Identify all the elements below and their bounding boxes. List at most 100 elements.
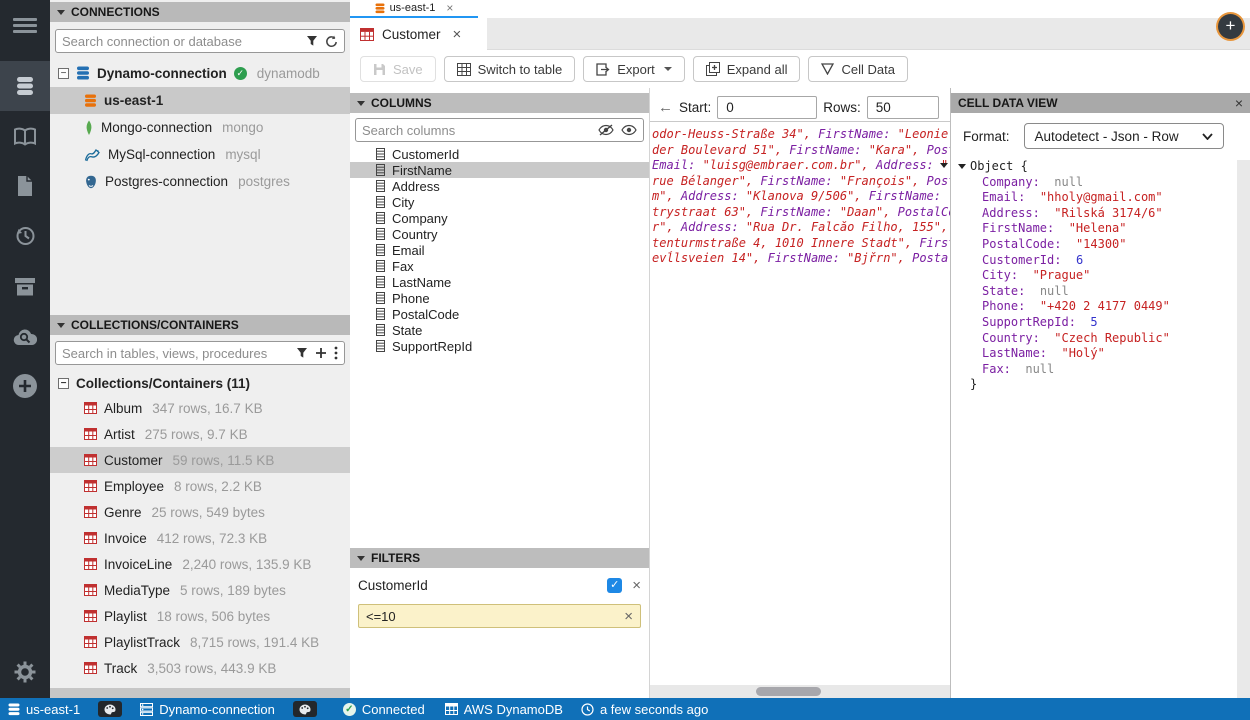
export-button[interactable]: Export	[583, 56, 685, 82]
collections-root[interactable]: − Collections/Containers (11)	[50, 371, 350, 395]
grid-row[interactable]: m", Address: "Klanova 9/506", FirstName:…	[650, 189, 950, 205]
column-item[interactable]: Email	[350, 242, 649, 258]
filter-funnel-icon[interactable]	[296, 347, 308, 359]
connection-item[interactable]: us-east-1	[50, 87, 350, 114]
eye-off-icon[interactable]	[598, 124, 614, 136]
column-item[interactable]: LastName	[350, 274, 649, 290]
column-label: Address	[392, 179, 440, 194]
cell-data-view-panel: CELL DATA VIEW × Format: Autodetect - Js…	[950, 88, 1250, 698]
theme-palette-button[interactable]	[98, 701, 122, 717]
collapse-icon[interactable]: −	[58, 378, 69, 389]
grid-row[interactable]: der Boulevard 51", FirstName: "Kara", Po…	[650, 143, 950, 159]
collection-item[interactable]: Customer59 rows, 11.5 KB	[50, 447, 350, 473]
statusbar-database[interactable]: us-east-1	[8, 702, 80, 717]
connection-item[interactable]: MySql-connectionmysql	[50, 141, 350, 168]
connection-item[interactable]: Mongo-connectionmongo	[50, 114, 350, 141]
remove-filter-icon[interactable]: ×	[632, 577, 641, 594]
collections-search-input[interactable]	[62, 346, 289, 361]
collection-item[interactable]: Track3,503 rows, 443.9 KB	[50, 655, 350, 681]
cloud-search-icon[interactable]	[0, 315, 50, 359]
filter-enabled-checkbox[interactable]: ✓	[607, 578, 622, 593]
collapse-icon[interactable]: −	[58, 68, 69, 79]
clear-filter-icon[interactable]: ×	[624, 608, 633, 625]
collection-item[interactable]: Artist275 rows, 9.7 KB	[50, 421, 350, 447]
horizontal-scrollbar[interactable]	[650, 685, 950, 698]
connection-item[interactable]: Postgres-connectionpostgres	[50, 168, 350, 195]
json-value: r",	[652, 220, 681, 234]
close-icon[interactable]: ×	[453, 26, 462, 43]
columns-search-input[interactable]	[362, 123, 591, 138]
connections-header[interactable]: CONNECTIONS	[50, 2, 350, 22]
archive-icon[interactable]	[0, 265, 50, 309]
columns-header[interactable]: COLUMNS	[350, 93, 649, 113]
close-icon[interactable]: ×	[1235, 95, 1243, 111]
collection-item[interactable]: Invoice412 rows, 72.3 KB	[50, 525, 350, 551]
eye-icon[interactable]	[621, 124, 637, 136]
connection-item[interactable]: −Dynamo-connection✓dynamodb	[50, 60, 350, 87]
back-arrow-icon[interactable]: ←	[658, 99, 673, 116]
collection-item[interactable]: InvoiceLine2,240 rows, 135.9 KB	[50, 551, 350, 577]
grid-row[interactable]: odor-Heuss-Straße 34", FirstName: "Leoni…	[650, 127, 950, 143]
column-icon	[376, 292, 385, 304]
expand-all-button[interactable]: Expand all	[693, 56, 801, 82]
column-item[interactable]: PostalCode	[350, 306, 649, 322]
menu-icon[interactable]	[0, 3, 50, 47]
column-item[interactable]: FirstName	[350, 162, 649, 178]
column-item[interactable]: City	[350, 194, 649, 210]
add-circle-icon[interactable]	[0, 364, 50, 408]
column-item[interactable]: Fax	[350, 258, 649, 274]
cell-data-button[interactable]: Cell Data	[808, 56, 907, 82]
file-icon[interactable]	[0, 164, 50, 208]
collections-header[interactable]: COLLECTIONS/CONTAINERS	[50, 315, 350, 335]
collection-item[interactable]: Employee8 rows, 2.2 KB	[50, 473, 350, 499]
column-item[interactable]: Phone	[350, 290, 649, 306]
theme-palette-button[interactable]	[293, 701, 317, 717]
column-item[interactable]: CustomerId	[350, 146, 649, 162]
rows-input[interactable]	[867, 96, 939, 119]
refresh-icon[interactable]	[325, 35, 338, 48]
vertical-scrollbar[interactable]	[1237, 160, 1250, 698]
scrollbar-thumb[interactable]	[756, 687, 821, 696]
filter-funnel-icon[interactable]	[306, 35, 318, 47]
filters-header[interactable]: FILTERS	[350, 548, 649, 568]
close-icon[interactable]: ×	[446, 1, 453, 15]
column-item[interactable]: State	[350, 322, 649, 338]
collection-item[interactable]: MediaType5 rows, 189 bytes	[50, 577, 350, 603]
start-input[interactable]	[717, 96, 817, 119]
grid-row[interactable]: trystraat 63", FirstName: "Daan", Postal…	[650, 205, 950, 221]
grid-row[interactable]: rue Bélanger", FirstName: "François", Po…	[650, 174, 950, 190]
grid-row[interactable]: Email: "luisg@embraer.com.br", Address: …	[650, 158, 950, 174]
cell-dropdown-icon[interactable]	[940, 163, 948, 168]
save-button[interactable]: Save	[360, 56, 436, 82]
kebab-menu-icon[interactable]	[334, 346, 338, 360]
collection-item[interactable]: Playlist18 rows, 506 bytes	[50, 603, 350, 629]
switch-to-table-button[interactable]: Switch to table	[444, 56, 576, 82]
new-tab-button[interactable]: +	[1218, 14, 1243, 39]
grid-row[interactable]: tenturmstraße 4, 1010 Innere Stadt", Fir…	[650, 236, 950, 252]
tab-customer[interactable]: Customer ×	[350, 18, 487, 50]
grid-row[interactable]: evĺlsveien 14", FirstName: "Bjřrn", Post…	[650, 251, 950, 267]
book-icon[interactable]	[0, 115, 50, 159]
connections-search-input[interactable]	[62, 34, 299, 49]
collection-item[interactable]: Genre25 rows, 549 bytes	[50, 499, 350, 525]
grid-row[interactable]: r", Address: "Rua Dr. Falcăo Filho, 155"…	[650, 220, 950, 236]
filter-value-input[interactable]	[366, 609, 620, 624]
expander-icon[interactable]	[958, 164, 966, 169]
add-icon[interactable]	[315, 347, 327, 359]
column-item[interactable]: Country	[350, 226, 649, 242]
statusbar-connection[interactable]: Dynamo-connection	[140, 702, 275, 717]
json-rows-grid[interactable]: odor-Heuss-Straße 34", FirstName: "Leoni…	[650, 122, 950, 267]
settings-gear-icon[interactable]	[0, 650, 50, 694]
statusbar-status: ✓ Connected	[343, 702, 425, 717]
column-item[interactable]: Company	[350, 210, 649, 226]
collection-item[interactable]: PlaylistTrack8,715 rows, 191.4 KB	[50, 629, 350, 655]
json-object-open[interactable]: Object {	[956, 159, 1250, 175]
database-icon[interactable]	[0, 61, 50, 111]
tab-us-east-1[interactable]: us-east-1 ×	[350, 0, 478, 18]
column-item[interactable]: Address	[350, 178, 649, 194]
collection-item[interactable]: Album347 rows, 16.7 KB	[50, 395, 350, 421]
history-icon[interactable]	[0, 214, 50, 258]
left-panel-scrollbar[interactable]	[50, 688, 350, 698]
format-select[interactable]: Autodetect - Json - Row	[1024, 123, 1224, 149]
column-item[interactable]: SupportRepId	[350, 338, 649, 354]
